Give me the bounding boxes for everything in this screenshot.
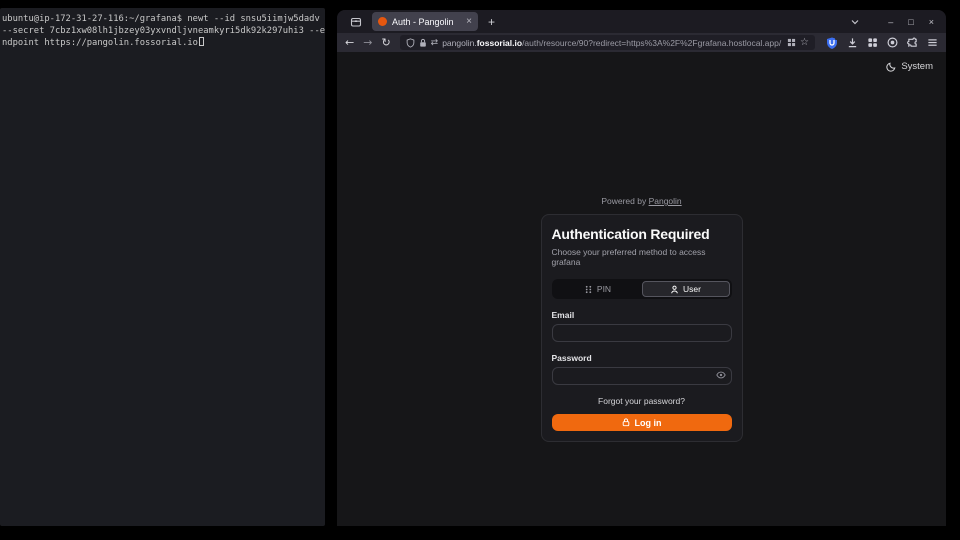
account-grid-icon[interactable] — [867, 37, 878, 48]
bookmark-star-icon[interactable]: ☆ — [800, 37, 809, 48]
pin-keypad-icon — [584, 285, 593, 294]
terminal-line: --secret 7cbz1xw08lh1jbzey03yxvndljvneam… — [2, 25, 323, 37]
password-field[interactable] — [552, 367, 732, 385]
download-icon[interactable] — [847, 37, 858, 48]
login-button-label: Log in — [635, 418, 662, 428]
terminal-line: ubuntu@ip-172-31-27-116:~/grafana$ newt … — [2, 13, 323, 25]
page-grid-icon[interactable] — [787, 38, 796, 47]
password-wrap — [552, 363, 732, 385]
url-bar[interactable]: ⇄ pangolin.fossorial.io/auth/resource/90… — [400, 35, 815, 50]
new-tab-button[interactable]: + — [488, 15, 495, 29]
page-content: System Powered by Pangolin Authenticatio… — [337, 52, 946, 526]
card-title: Authentication Required — [552, 226, 732, 242]
blue-shield-extension-icon[interactable] — [826, 37, 838, 49]
auth-section: Powered by Pangolin Authentication Requi… — [541, 196, 743, 442]
email-field[interactable] — [552, 324, 732, 342]
tab-user-label: User — [683, 284, 701, 294]
close-window-icon[interactable]: × — [929, 17, 934, 27]
minimize-icon[interactable]: – — [888, 17, 893, 27]
eye-icon[interactable] — [716, 371, 726, 379]
tracking-shield-icon[interactable] — [406, 38, 415, 48]
tab-pin-label: PIN — [597, 284, 611, 294]
tab-bar: Auth - Pangolin × + – □ × — [337, 10, 946, 33]
terminal-cursor — [199, 37, 204, 46]
back-icon[interactable]: ← — [345, 37, 354, 48]
auth-method-tabs: PIN User — [552, 279, 732, 299]
hamburger-menu-icon[interactable] — [927, 37, 938, 48]
login-button[interactable]: Log in — [552, 414, 732, 431]
pangolin-favicon-icon — [378, 17, 387, 26]
powered-by: Powered by Pangolin — [541, 196, 743, 206]
theme-toggle[interactable]: System — [886, 61, 933, 72]
list-tabs-chevron-icon[interactable] — [850, 17, 860, 27]
browser-toolbar: ← → ↻ ⇄ pangolin.fossorial.io/auth/resou… — [337, 33, 946, 52]
maximize-icon[interactable]: □ — [908, 17, 913, 27]
tab-pin[interactable]: PIN — [554, 281, 642, 297]
auth-card: Authentication Required Choose your pref… — [541, 214, 743, 442]
card-subtitle: Choose your preferred method to access g… — [552, 247, 732, 267]
lock-icon[interactable] — [419, 38, 427, 48]
moon-icon — [886, 62, 896, 72]
window-controls: – □ × — [888, 17, 934, 27]
reload-icon[interactable]: ↻ — [381, 37, 390, 48]
pangolin-link[interactable]: Pangolin — [649, 196, 682, 206]
firefox-view-icon[interactable] — [350, 16, 362, 28]
theme-toggle-label: System — [901, 61, 933, 72]
url-text: pangolin.fossorial.io/auth/resource/90?r… — [442, 38, 783, 48]
swap-arrows-icon[interactable]: ⇄ — [431, 38, 439, 48]
circle-dot-extension-icon[interactable] — [887, 37, 898, 48]
terminal-window[interactable]: ubuntu@ip-172-31-27-116:~/grafana$ newt … — [0, 8, 325, 526]
tab-user[interactable]: User — [642, 281, 730, 297]
terminal-line: ndpoint https://pangolin.fossorial.io — [2, 37, 323, 49]
extension-icons — [826, 37, 938, 49]
tab-title: Auth - Pangolin — [392, 17, 461, 27]
tab-close-icon[interactable]: × — [466, 16, 472, 27]
tab-auth-pangolin[interactable]: Auth - Pangolin × — [372, 12, 478, 31]
password-label: Password — [552, 353, 732, 363]
login-lock-icon — [622, 418, 630, 427]
extensions-puzzle-icon[interactable] — [907, 37, 918, 48]
user-icon — [670, 285, 679, 294]
forward-icon[interactable]: → — [363, 37, 372, 48]
browser-window: Auth - Pangolin × + – □ × ← → ↻ ⇄ pangol… — [337, 10, 946, 526]
email-label: Email — [552, 310, 732, 320]
extension-badge — [835, 35, 840, 40]
forgot-password-link[interactable]: Forgot your password? — [552, 396, 732, 406]
